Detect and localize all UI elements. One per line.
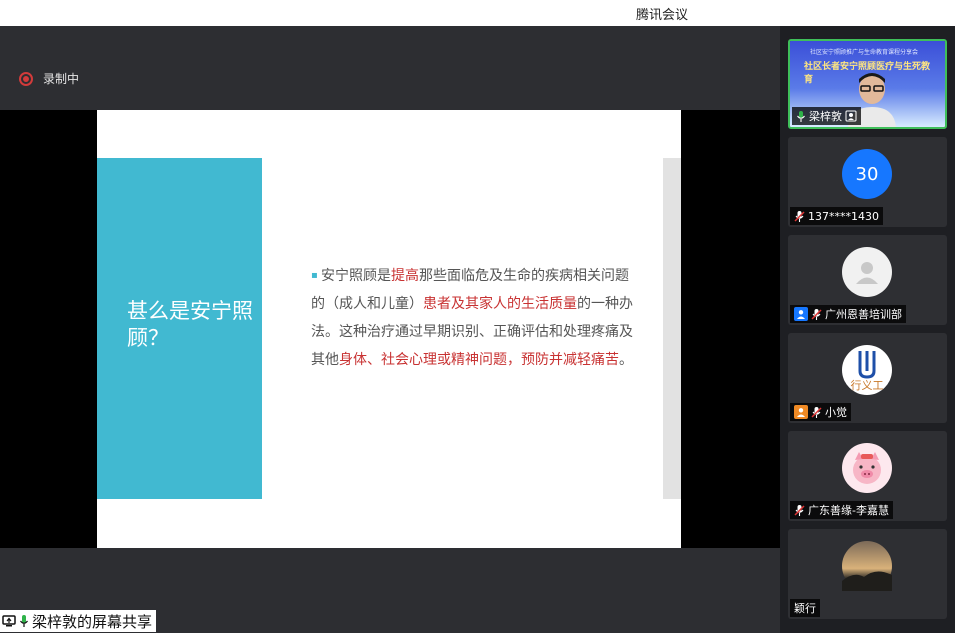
participant-tile[interactable]: 社区安宁照顾推广与生命教育课程分享会 社区长者安宁照顾医疗与生死教育 梁梓敦 — [788, 39, 947, 129]
record-icon — [19, 71, 33, 86]
default-avatar-icon — [856, 262, 878, 284]
slide-text-emphasis: 身体、社会心理或精神问题，预防并减轻痛苦 — [339, 352, 619, 368]
main-stage: 录制中 甚么是安宁照顾？ ▪ 安宁照顾是提高那些面临危及生命的疾病相关问题的（成… — [0, 26, 780, 633]
slide-text-emphasis: 患者及其家人的生活质量 — [423, 296, 577, 312]
avatar — [842, 443, 892, 493]
participant-name: 137****1430 — [808, 209, 879, 223]
slide-text-segment: 安宁照顾是 — [321, 268, 391, 284]
microphone-icon — [797, 110, 805, 122]
camera-on-icon — [845, 110, 857, 122]
participant-name-tag: 小觉 — [790, 403, 851, 421]
participant-name-tag: 颖行 — [790, 599, 820, 617]
microphone-muted-icon — [794, 504, 805, 516]
avatar — [842, 541, 892, 591]
participant-name-tag: 137****1430 — [790, 207, 883, 225]
banner-subtitle: 社区安宁照顾推广与生命教育课程分享会 — [810, 49, 919, 56]
screen-share-label[interactable]: 梁梓敦的屏幕共享 — [0, 610, 157, 632]
microphone-icon — [20, 615, 28, 627]
slide-title-block: 甚么是安宁照顾？ — [97, 158, 262, 499]
screen-share-icon — [2, 615, 16, 627]
participant-name: 小觉 — [825, 406, 847, 419]
participant-tile[interactable]: 30 137****1430 — [788, 137, 947, 227]
window-title: 腾讯会议 — [636, 8, 689, 23]
microphone-muted-icon — [811, 406, 822, 418]
landscape-avatar-image — [842, 571, 892, 591]
avatar — [842, 247, 892, 297]
participant-name-tag: 广东善缘-李嘉慧 — [790, 501, 893, 519]
participant-name: 颖行 — [794, 602, 816, 615]
avatar-text: 30 — [855, 163, 879, 185]
screen-share-text: 梁梓敦的屏幕共享 — [32, 612, 153, 631]
avatar: 行义工 — [842, 345, 892, 395]
screen-share-area: 甚么是安宁照顾？ ▪ 安宁照顾是提高那些面临危及生命的疾病相关问题的（成人和儿童… — [0, 110, 780, 548]
participants-panel: 社区安宁照顾推广与生命教育课程分享会 社区长者安宁照顾医疗与生死教育 梁梓敦 3… — [780, 26, 955, 633]
slide-body-text: 安宁照顾是提高那些面临危及生命的疾病相关问题的（成人和儿童）患者及其家人的生活质… — [311, 262, 641, 374]
slide-text-emphasis: 提高 — [391, 268, 419, 284]
avatar: 30 — [842, 149, 892, 199]
participant-name: 广东善缘-李嘉慧 — [808, 504, 889, 517]
participant-tile[interactable]: 广东善缘-李嘉慧 — [788, 431, 947, 521]
microphone-muted-icon — [794, 210, 805, 222]
microphone-muted-icon — [811, 308, 822, 320]
slide-text-segment: 。 — [619, 352, 633, 368]
participant-tile[interactable]: 广州恩善培训部 — [788, 235, 947, 325]
participant-name-tag: 梁梓敦 — [792, 107, 861, 125]
top-toolbar: 录制中 — [0, 26, 780, 110]
host-icon — [794, 307, 808, 321]
presentation-slide: 甚么是安宁照顾？ ▪ 安宁照顾是提高那些面临危及生命的疾病相关问题的（成人和儿童… — [97, 110, 681, 548]
participant-name-tag: 广州恩善培训部 — [790, 305, 906, 323]
participant-tile[interactable]: 行义工 小觉 — [788, 333, 947, 423]
participant-tile[interactable]: 颖行 — [788, 529, 947, 619]
slide-side-bar — [663, 158, 681, 499]
participant-name: 梁梓敦 — [809, 110, 842, 123]
slide-title: 甚么是安宁照顾？ — [127, 299, 253, 350]
pig-avatar-image — [853, 452, 881, 484]
recording-label: 录制中 — [43, 72, 80, 86]
cohost-icon — [794, 405, 808, 419]
logo-avatar-text: 行义工 — [850, 379, 884, 392]
title-bar: 腾讯会议 — [0, 0, 955, 26]
recording-indicator[interactable]: 录制中 — [19, 70, 79, 87]
participant-name: 广州恩善培训部 — [825, 308, 902, 321]
